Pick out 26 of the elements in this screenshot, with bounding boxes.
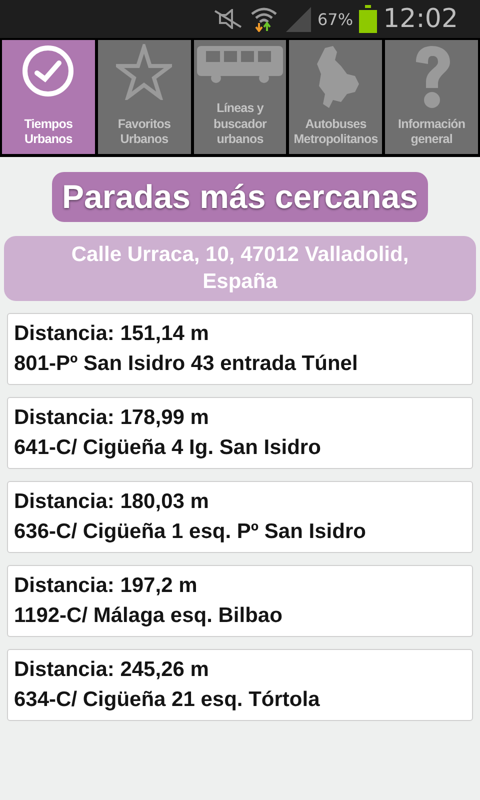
- stop-name: 634-C/ Cigüeña 21 esq. Tórtola: [14, 688, 321, 712]
- clock-time: 12:02: [383, 4, 458, 34]
- stop-name: 641-C/ Cigüeña 4 Ig. San Isidro: [14, 436, 322, 460]
- stop-distance: Distancia: 180,03 m: [14, 490, 210, 514]
- wifi-icon: [250, 6, 278, 32]
- stop-card[interactable]: Distancia: 245,26 m 634-C/ Cigüeña 21 esq. Tórtola: [7, 648, 473, 721]
- signal-icon: [284, 5, 312, 33]
- stop-card[interactable]: Distancia: 151,14 m 801-Pº San Isidro 43 entrada Túnel: [7, 312, 473, 385]
- stop-card[interactable]: Distancia: 197,2 m 1192-C/ Málaga esq. Bilbao: [7, 564, 473, 637]
- battery-percent: 67%: [318, 10, 354, 28]
- battery-icon: [359, 5, 378, 33]
- stop-name: 636-C/ Cigüeña 1 esq. Pº San Isidro: [14, 520, 367, 544]
- stop-name: 801-Pº San Isidro 43 entrada Túnel: [14, 352, 359, 376]
- stop-card[interactable]: Distancia: 180,03 m 636-C/ Cigüeña 1 esq. Pº San Isidro: [7, 480, 473, 553]
- stop-distance: Distancia: 151,14 m: [14, 322, 210, 346]
- bus-icon: [196, 44, 284, 84]
- check-circle-icon: [21, 44, 76, 98]
- stop-distance: Distancia: 197,2 m: [14, 574, 198, 598]
- stop-name: 1192-C/ Málaga esq. Bilbao: [14, 604, 284, 628]
- stop-card[interactable]: Distancia: 178,99 m 641-C/ Cigüeña 4 Ig. San Isidro: [7, 396, 473, 469]
- section-title: Paradas más cercanas: [52, 172, 428, 222]
- mute-icon: [212, 9, 244, 29]
- stop-distance: Distancia: 245,26 m: [14, 658, 210, 682]
- star-icon: [116, 44, 172, 100]
- stop-distance: Distancia: 178,99 m: [14, 406, 210, 430]
- address-banner: Calle Urraca, 10, 47012 Valladolid, España: [4, 236, 476, 301]
